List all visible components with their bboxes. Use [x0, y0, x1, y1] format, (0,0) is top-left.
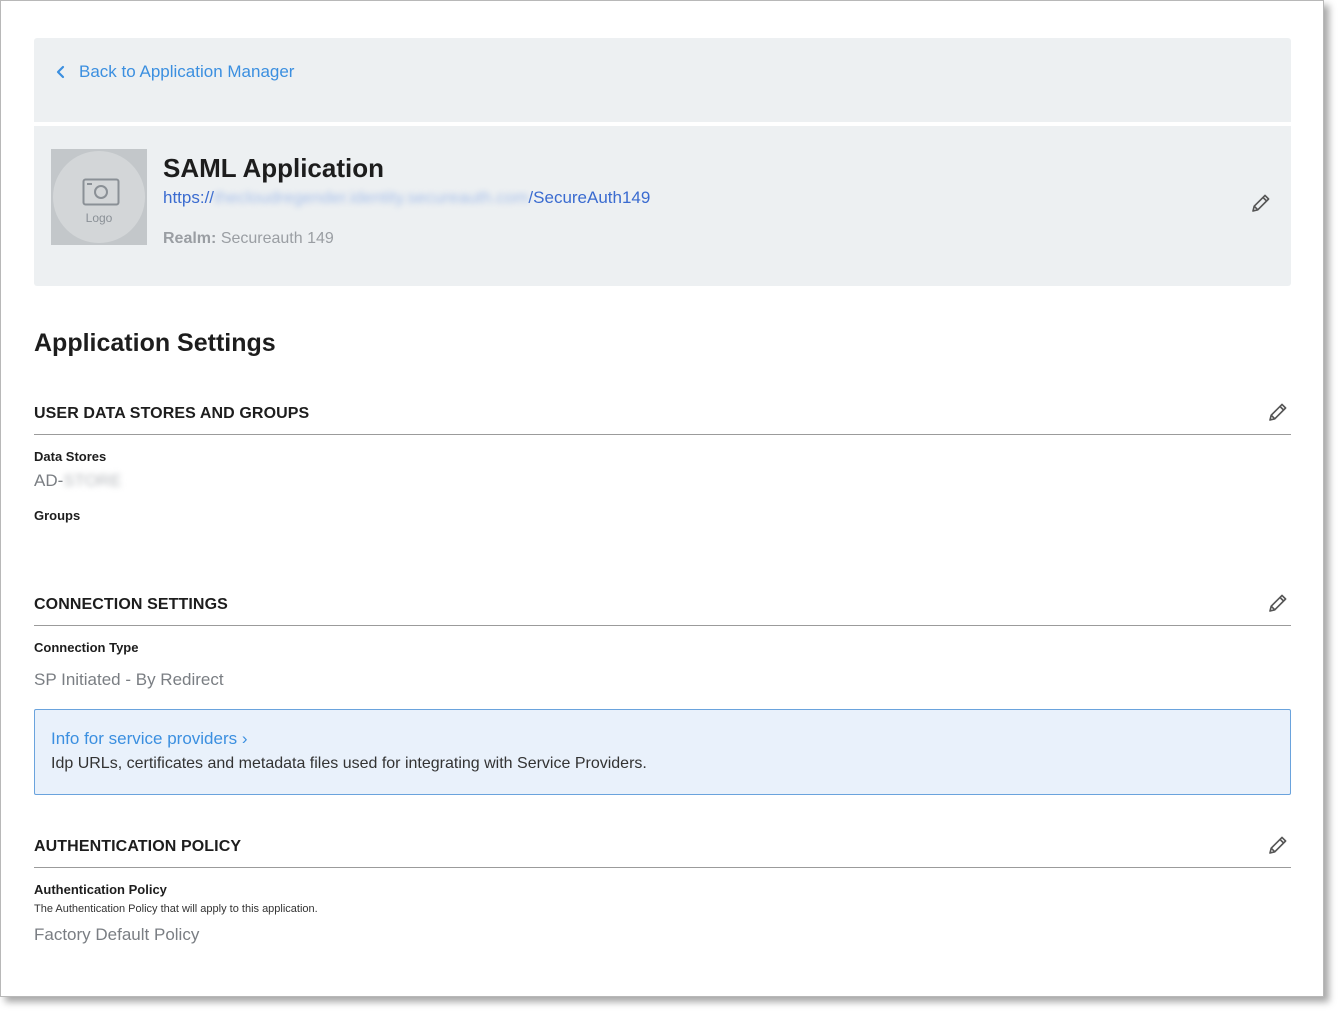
data-store-obscured: STORE	[63, 471, 122, 490]
realm-label: Realm:	[163, 230, 217, 247]
section-title: AUTHENTICATION POLICY	[34, 838, 242, 855]
data-stores-label: Data Stores	[34, 449, 107, 464]
auth-policy-help: The Authentication Policy that will appl…	[34, 903, 318, 915]
connection-type-value: SP Initiated - By Redirect	[34, 670, 224, 689]
pencil-icon	[1269, 594, 1287, 612]
pencil-icon	[1269, 403, 1287, 421]
back-link-label: Back to Application Manager	[79, 62, 295, 81]
section-header: AUTHENTICATION POLICY	[34, 826, 1291, 868]
auth-policy-label: Authentication Policy	[34, 882, 167, 897]
edit-user-data-button[interactable]	[1267, 401, 1289, 428]
edit-connection-button[interactable]	[1267, 592, 1289, 619]
back-bar: Back to Application Manager	[34, 38, 1291, 122]
logo-placeholder: Logo	[53, 151, 145, 243]
app-title: SAML Application	[163, 153, 384, 183]
user-data-stores-section: USER DATA STORES AND GROUPS Data Stores …	[34, 393, 1291, 533]
back-to-application-manager-link[interactable]: Back to Application Manager	[54, 62, 294, 82]
auth-policy-value: Factory Default Policy	[34, 925, 200, 944]
edit-app-button[interactable]	[1250, 192, 1272, 219]
app-url: https://thecloudregender.identity.secure…	[163, 188, 650, 208]
section-header: USER DATA STORES AND GROUPS	[34, 393, 1291, 435]
section-header: CONNECTION SETTINGS	[34, 584, 1291, 626]
authentication-policy-section: AUTHENTICATION POLICY Authentication Pol…	[34, 826, 1291, 956]
url-prefix: https://	[163, 188, 215, 207]
info-description: Idp URLs, certificates and metadata file…	[51, 755, 647, 772]
groups-label: Groups	[34, 508, 81, 523]
app-logo: Logo	[51, 149, 147, 245]
realm-value: Secureauth 149	[220, 230, 334, 247]
data-stores-value: AD-STORE	[34, 471, 122, 491]
app-window: Back to Application Manager Logo SAML Ap…	[0, 0, 1324, 997]
url-host-obscured: thecloudregender.identity.secureauth.com	[214, 188, 529, 207]
info-for-service-providers-link[interactable]: Info for service providers ›	[51, 729, 248, 749]
data-store-prefix: AD-	[34, 471, 64, 490]
section-title: USER DATA STORES AND GROUPS	[34, 405, 310, 422]
service-provider-info-box: Info for service providers › Idp URLs, c…	[34, 709, 1291, 795]
url-path: /SecureAuth149	[528, 188, 651, 207]
pencil-icon	[1269, 836, 1287, 854]
app-header: Logo SAML Application https://thecloudre…	[34, 126, 1291, 286]
pencil-icon	[1252, 194, 1270, 212]
realm-info: Realm: Secureauth 149	[163, 230, 334, 248]
logo-label: Logo	[85, 211, 113, 225]
connection-settings-section: CONNECTION SETTINGS Connection Type SP I…	[34, 584, 1291, 694]
chevron-left-icon	[56, 65, 65, 79]
section-title: CONNECTION SETTINGS	[34, 596, 228, 613]
camera-icon	[82, 178, 120, 206]
page-title: Application Settings	[34, 329, 276, 357]
edit-auth-policy-button[interactable]	[1267, 834, 1289, 861]
connection-type-label: Connection Type	[34, 640, 139, 655]
